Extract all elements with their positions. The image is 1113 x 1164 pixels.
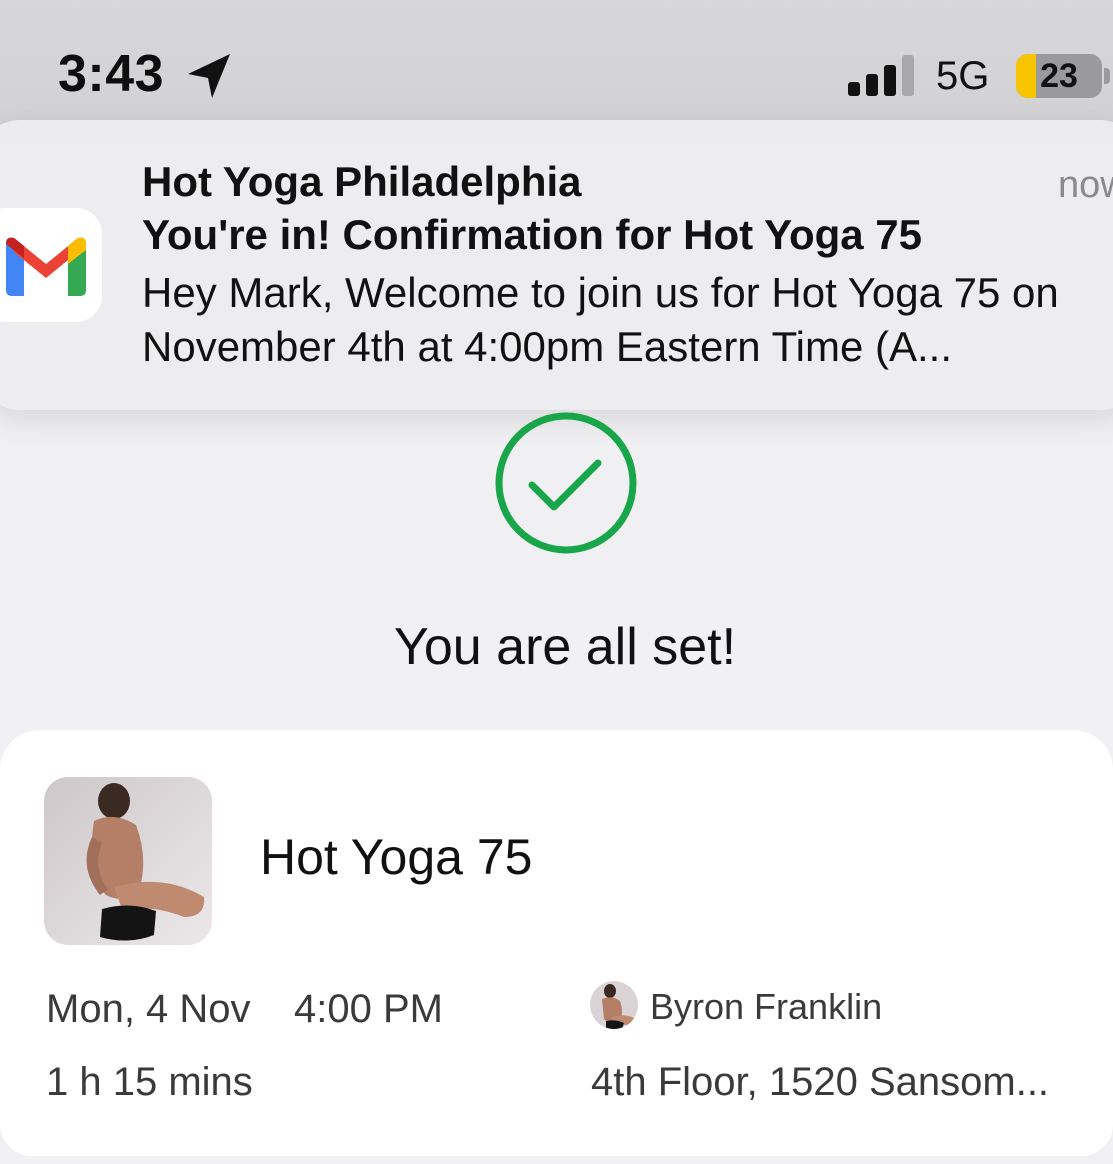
instructor-name: Byron Franklin — [650, 986, 883, 1027]
battery-tip — [1104, 68, 1110, 84]
notification-body: Hey Mark, Welcome to join us for Hot Yog… — [142, 269, 1059, 370]
notification-subject: You're in! Confirmation for Hot Yoga 75 — [142, 211, 923, 258]
confirmation-title: You are all set! — [393, 618, 737, 676]
checkmark-circle-icon — [495, 412, 637, 554]
cellular-signal-icon — [848, 55, 914, 96]
class-thumbnail — [44, 777, 212, 945]
class-location[interactable]: 4th Floor, 1520 Sansom... — [591, 1060, 1091, 1105]
network-type: 5G — [936, 54, 990, 98]
class-name: Hot Yoga 75 — [260, 829, 533, 885]
gmail-icon — [0, 208, 102, 322]
class-duration: 1 h 15 mins — [46, 1060, 253, 1104]
notification-banner[interactable]: Hot Yoga Philadelphia now You're in! Con… — [0, 120, 1113, 410]
class-date: Mon, 4 Nov — [46, 987, 251, 1031]
status-time: 3:43 — [58, 45, 165, 103]
instructor-avatar — [590, 981, 638, 1029]
class-time: 4:00 PM — [294, 987, 443, 1031]
notification-sender: Hot Yoga Philadelphia — [142, 158, 582, 205]
class-details-card[interactable]: Hot Yoga 75 Mon, 4 Nov 4:00 PM 1 h 15 mi… — [0, 730, 1113, 1156]
location-arrow-icon — [188, 54, 230, 98]
status-bar: 3:43 5G 23 — [0, 0, 1113, 120]
notification-time: now — [1058, 164, 1113, 206]
battery-percent: 23 — [1040, 57, 1078, 95]
battery-indicator: 23 — [1016, 54, 1102, 98]
